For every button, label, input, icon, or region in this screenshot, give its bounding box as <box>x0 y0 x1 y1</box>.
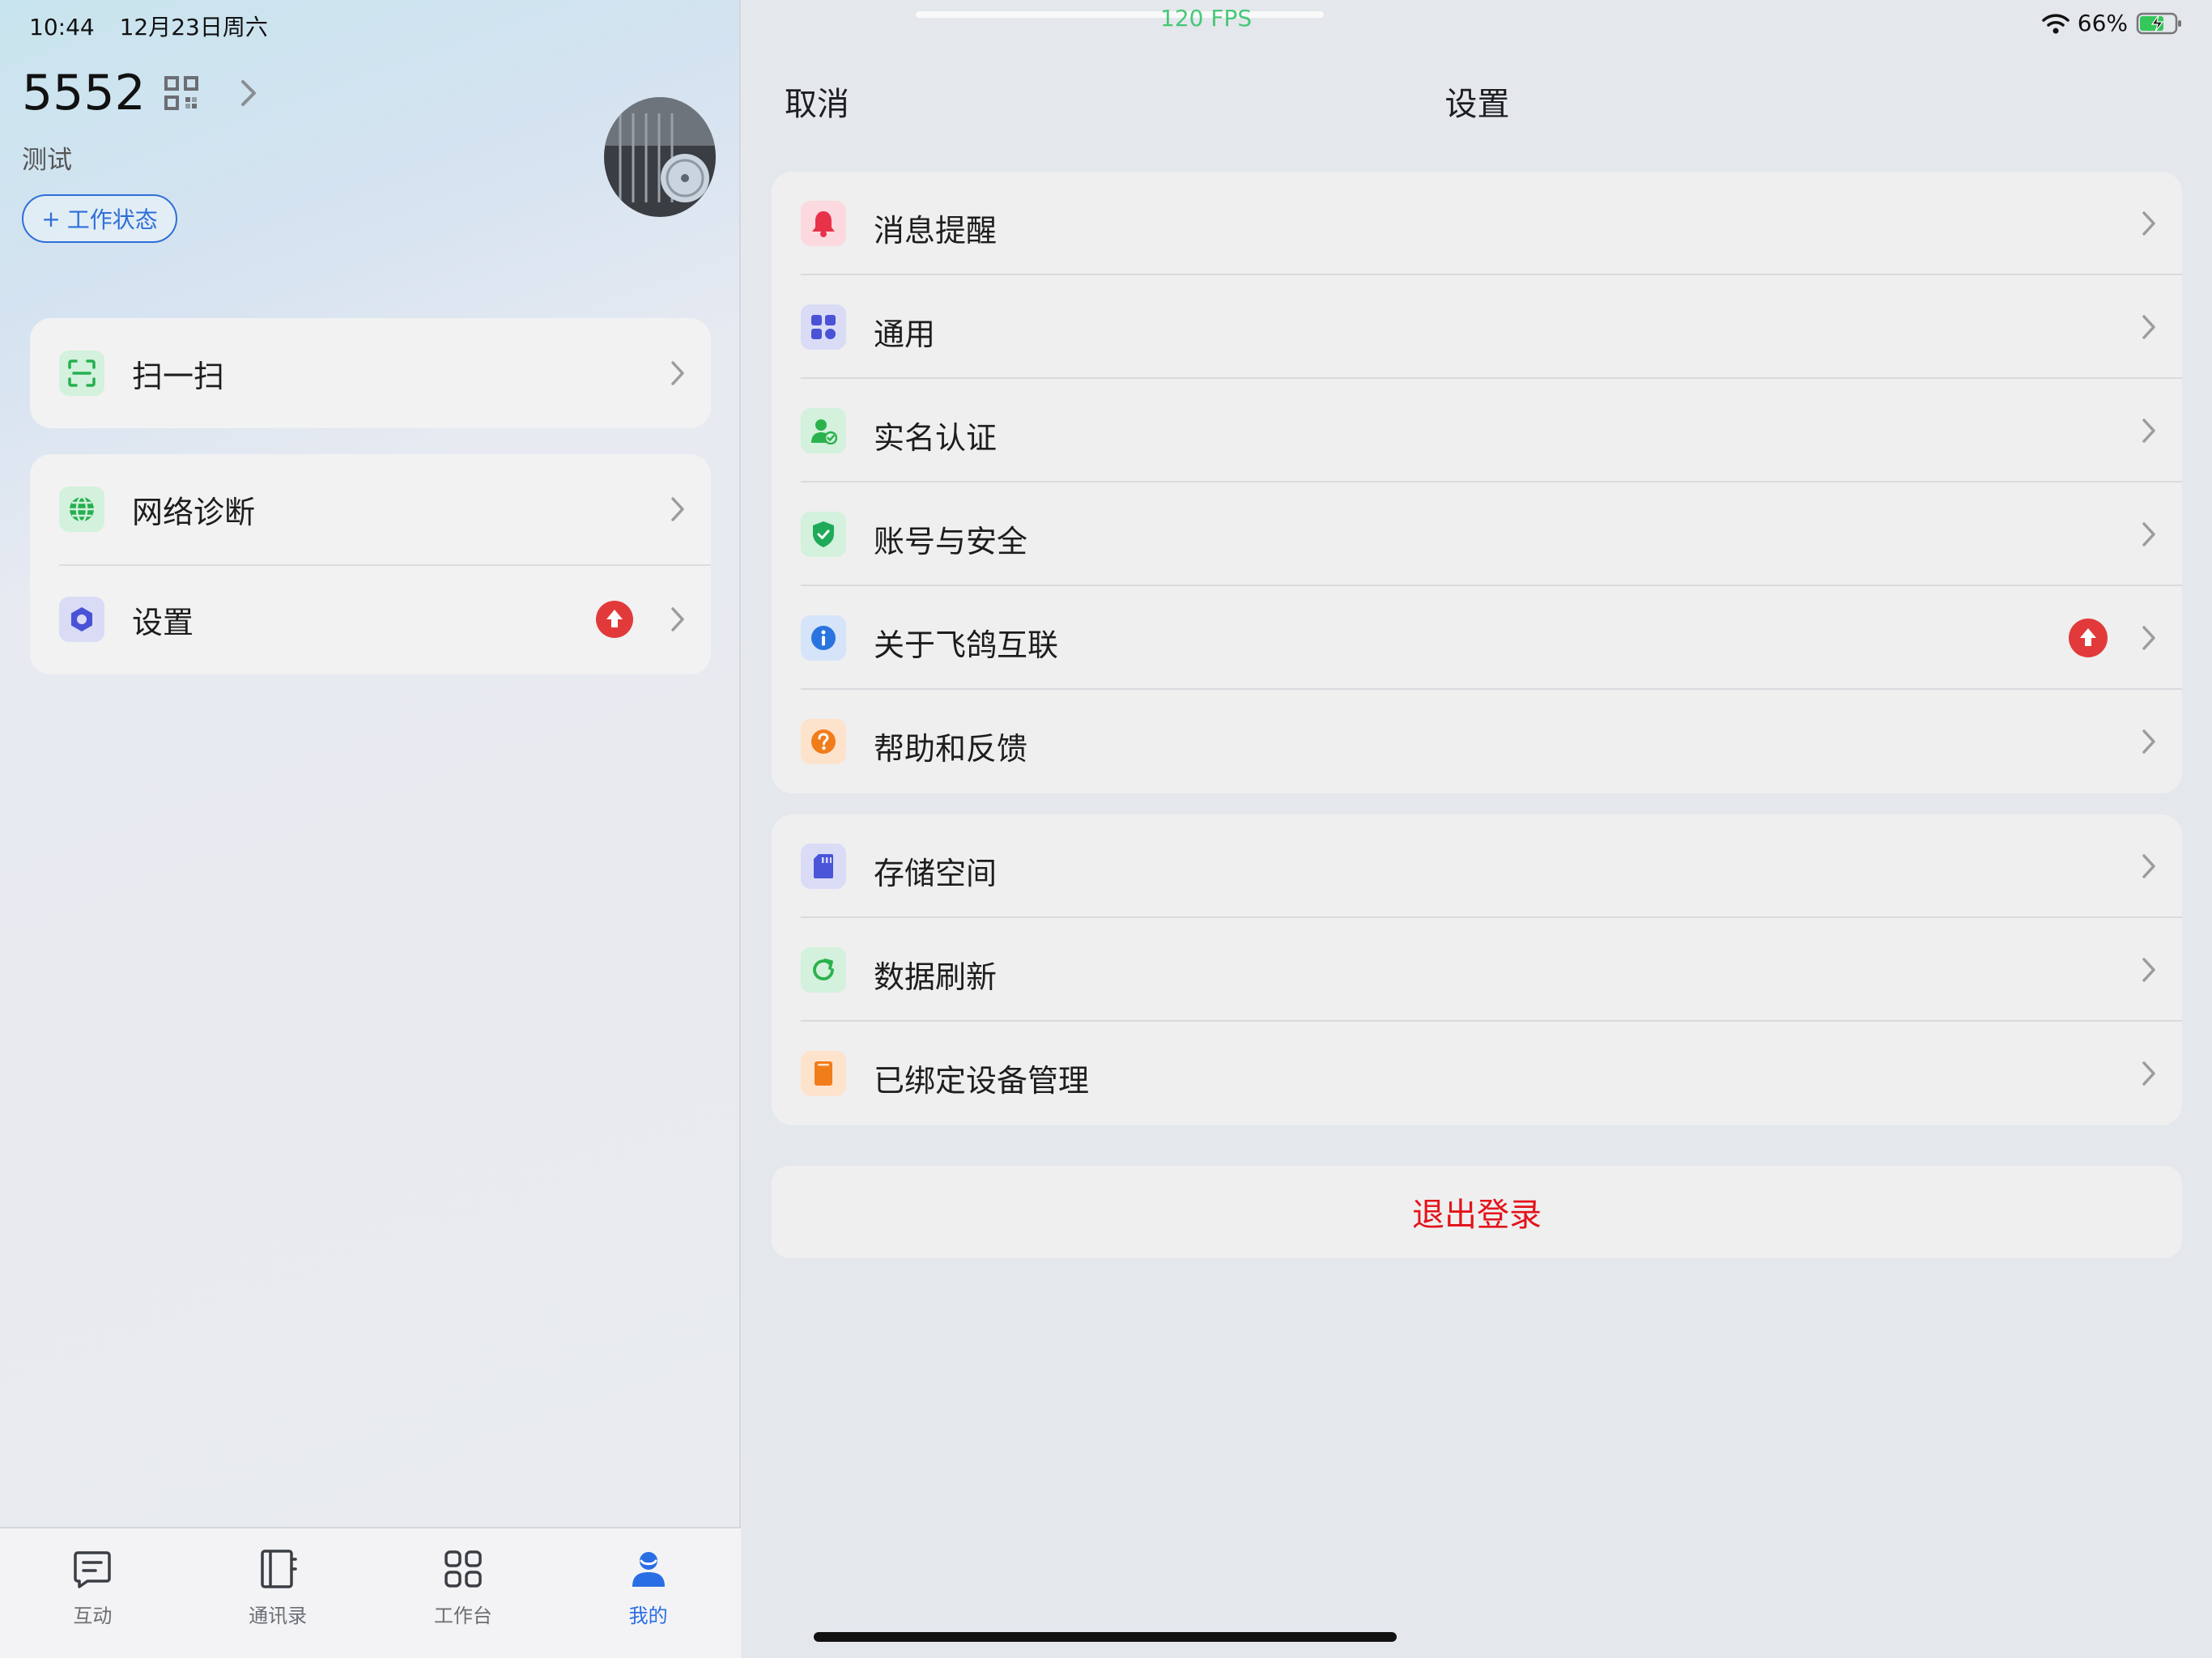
scan-icon <box>59 351 104 396</box>
refresh-icon <box>801 947 846 993</box>
chevron-right-icon <box>2142 958 2155 982</box>
settings-item-label: 实名认证 <box>874 420 998 456</box>
settings-item-help[interactable]: 帮助和反馈 <box>772 690 2182 793</box>
settings-icon <box>59 597 104 642</box>
page-title: 设置 <box>1444 86 1510 123</box>
status-date: 12月23日周六 <box>119 14 268 40</box>
chevron-right-icon <box>2142 522 2155 546</box>
profile-pane: 10:44 12月23日周六 5552 测试 + 工作状态 扫一扫 网络诊断 设… <box>0 0 741 1658</box>
menu-item-scan[interactable]: 扫一扫 <box>30 318 711 428</box>
tools-card: 网络诊断 设置 <box>30 454 711 674</box>
settings-item-label: 数据刷新 <box>874 959 998 995</box>
wifi-icon <box>2042 13 2069 33</box>
tab-label: 互动 <box>73 1605 113 1627</box>
update-badge-icon <box>2069 619 2108 657</box>
logout-label: 退出登录 <box>1412 1197 1542 1234</box>
update-badge-icon <box>596 601 633 638</box>
settings-item-general[interactable]: 通用 <box>772 275 2182 379</box>
settings-group-main: 消息提醒 通用 实名认证 账号与安全 关于飞鸽互联 帮助和反馈 <box>772 172 2182 793</box>
battery-charging-icon <box>2136 12 2181 34</box>
settings-item-label: 存储空间 <box>874 856 998 891</box>
chevron-right-icon <box>2142 626 2155 650</box>
qr-code-icon[interactable] <box>164 75 199 111</box>
settings-item-refresh[interactable]: 数据刷新 <box>772 918 2182 1022</box>
grid-icon <box>801 304 846 350</box>
settings-item-about[interactable]: 关于飞鸽互联 <box>772 586 2182 690</box>
avatar-image <box>604 97 716 217</box>
settings-item-label: 消息提醒 <box>874 213 998 249</box>
settings-item-label: 帮助和反馈 <box>874 731 1028 767</box>
chevron-right-icon <box>240 80 256 106</box>
settings-item-devices[interactable]: 已绑定设备管理 <box>772 1022 2182 1125</box>
chevron-right-icon <box>2142 315 2155 339</box>
work-status-label: 工作状态 <box>66 206 158 233</box>
tab-workbench[interactable]: 工作台 <box>371 1528 556 1658</box>
menu-item-label: 网络诊断 <box>132 494 256 530</box>
sd-card-icon <box>801 844 846 889</box>
plus-icon: + <box>41 205 61 232</box>
settings-pane: 120 FPS 66% 设置 取消 消息提醒 通用 实名认证 账号与安全 关于飞… <box>742 0 2212 1658</box>
user-check-icon <box>801 408 846 453</box>
chevron-right-icon <box>671 607 684 631</box>
device-icon <box>801 1051 846 1096</box>
battery-percent: 66% <box>2077 10 2128 36</box>
bell-icon <box>801 201 846 246</box>
tab-me[interactable]: 我的 <box>555 1528 741 1658</box>
user-id: 5552 <box>22 65 146 121</box>
status-bar-left: 10:44 12月23日周六 <box>29 10 268 42</box>
work-status-button[interactable]: + 工作状态 <box>22 194 177 243</box>
settings-item-label: 通用 <box>874 317 936 352</box>
settings-item-label: 关于飞鸽互联 <box>874 627 1059 663</box>
settings-group-storage: 存储空间 数据刷新 已绑定设备管理 <box>772 814 2182 1125</box>
info-icon <box>801 615 846 661</box>
home-indicator[interactable] <box>814 1632 1397 1642</box>
tab-contacts[interactable]: 通讯录 <box>185 1528 371 1658</box>
chevron-right-icon <box>2142 419 2155 443</box>
chevron-right-icon <box>2142 211 2155 236</box>
avatar[interactable] <box>604 97 716 217</box>
globe-icon <box>59 487 104 532</box>
status-time: 10:44 <box>29 14 95 40</box>
chevron-right-icon <box>2142 854 2155 878</box>
settings-item-notifications[interactable]: 消息提醒 <box>772 172 2182 275</box>
menu-item-label: 扫一扫 <box>132 358 225 394</box>
fps-counter: 120 FPS <box>1160 5 1253 32</box>
profile-header[interactable]: 5552 <box>22 65 259 121</box>
tab-label: 工作台 <box>433 1605 492 1627</box>
settings-item-storage[interactable]: 存储空间 <box>772 814 2182 918</box>
user-name: 测试 <box>22 146 72 175</box>
menu-item-label: 设置 <box>132 604 194 640</box>
tab-interact[interactable]: 互动 <box>0 1528 185 1658</box>
message-icon <box>74 1551 112 1588</box>
chevron-right-icon <box>671 497 684 521</box>
shield-icon <box>801 512 846 557</box>
settings-item-real-name[interactable]: 实名认证 <box>772 379 2182 483</box>
tab-label: 我的 <box>628 1605 668 1627</box>
tab-label: 通讯录 <box>249 1605 308 1627</box>
settings-item-account-security[interactable]: 账号与安全 <box>772 483 2182 586</box>
screen: 10:44 12月23日周六 5552 测试 + 工作状态 扫一扫 网络诊断 设… <box>0 0 2212 1658</box>
chevron-right-icon <box>671 361 684 385</box>
chevron-right-icon <box>2142 1061 2155 1086</box>
tab-bar: 互动 通讯录 工作台 我的 <box>0 1527 741 1658</box>
contacts-book-icon <box>261 1550 297 1588</box>
settings-item-label: 已绑定设备管理 <box>874 1063 1090 1099</box>
chevron-right-icon <box>2142 729 2155 754</box>
help-icon <box>801 719 846 764</box>
menu-item-settings[interactable]: 设置 <box>30 564 711 674</box>
multitask-handle[interactable] <box>916 11 1324 18</box>
apps-grid-icon <box>445 1550 482 1588</box>
scan-card: 扫一扫 <box>30 318 711 428</box>
cancel-button[interactable]: 取消 <box>785 78 849 125</box>
logout-button[interactable]: 退出登录 <box>772 1166 2182 1258</box>
settings-item-label: 账号与安全 <box>874 524 1028 559</box>
menu-item-network[interactable]: 网络诊断 <box>30 454 711 564</box>
status-bar-right: 66% <box>2042 10 2183 36</box>
person-icon <box>632 1552 665 1587</box>
